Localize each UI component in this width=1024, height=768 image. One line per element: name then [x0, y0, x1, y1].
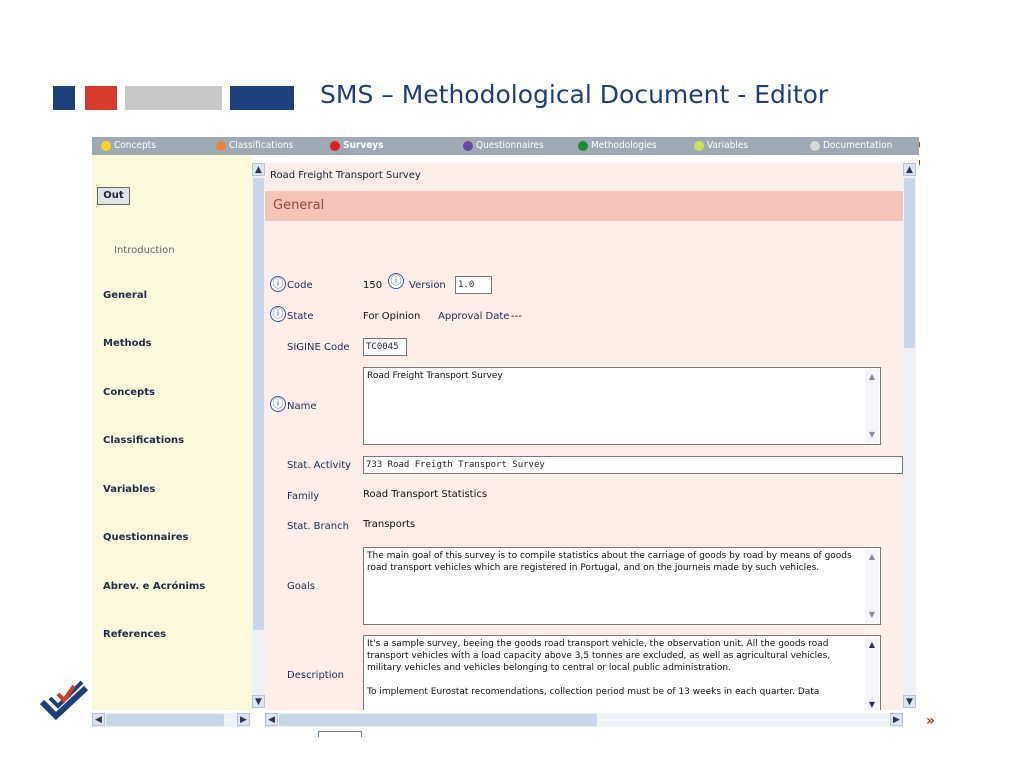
concepts-dot-icon	[101, 141, 111, 151]
info-icon[interactable]: ⓘ	[270, 396, 286, 412]
nav-label: Documentation	[823, 140, 893, 151]
info-icon[interactable]: ⓘ	[270, 276, 286, 292]
goals-textarea[interactable]: The main goal of this survey is to compi…	[363, 547, 881, 625]
main-scrollbar[interactable]: ▲ ▼	[903, 163, 916, 708]
family-value: Road Transport Statistics	[363, 489, 488, 500]
version-label: Version	[409, 280, 446, 291]
scrollbar-thumb[interactable]	[904, 178, 915, 348]
main-panel: Road Freight Transport Survey General ⓘ …	[265, 163, 903, 710]
slide-title: SMS – Methodological Document - Editor	[320, 80, 829, 109]
scrollbar-thumb[interactable]	[279, 714, 597, 726]
sidebar-item-variables[interactable]: Variables	[103, 484, 155, 495]
scroll-up-icon[interactable]: ▲	[866, 371, 878, 383]
sidebar-item-abbreviations[interactable]: Abrev. e Acrónims	[103, 581, 205, 592]
header-block-navy	[53, 86, 75, 110]
company-logo-icon	[40, 680, 89, 721]
code-value: 150	[363, 280, 383, 291]
header-block-grey	[125, 86, 222, 110]
family-label: Family	[287, 491, 320, 502]
sidebar-scrollbar[interactable]: ▲ ▼	[252, 163, 265, 708]
nav-variables[interactable]: Variables	[694, 137, 748, 155]
nav-documentation[interactable]: Documentation	[810, 137, 892, 155]
scroll-down-icon[interactable]: ▼	[252, 695, 265, 708]
version-field[interactable]: 1.0	[455, 276, 492, 294]
scroll-right-icon[interactable]: ▶	[237, 713, 250, 726]
goals-label: Goals	[287, 581, 315, 592]
sidebar-item-methods[interactable]: Methods	[103, 338, 152, 349]
nav-classifications[interactable]: Classifications	[216, 137, 293, 155]
nav-label: Concepts	[114, 140, 156, 151]
description-paragraph: To implement Eurostat recomendations, co…	[367, 687, 820, 697]
scroll-down-icon[interactable]: ▼	[866, 429, 878, 441]
category-nav: Concepts Classifications Surveys Questio…	[92, 137, 919, 155]
approval-date-label: Approval Date	[438, 311, 510, 322]
state-label: State	[287, 311, 314, 322]
nav-methodologies[interactable]: Methodologies	[578, 137, 657, 155]
description-label: Description	[287, 670, 344, 681]
scroll-down-icon[interactable]: ▼	[866, 699, 878, 710]
goals-text: The main goal of this survey is to compi…	[367, 551, 852, 573]
info-icon[interactable]: ⓘ	[270, 306, 286, 322]
sidebar-item-general[interactable]: General	[103, 290, 147, 301]
scroll-up-icon[interactable]: ▲	[866, 639, 878, 651]
browser-frame: Concepts Classifications Surveys Questio…	[92, 117, 919, 735]
documentation-dot-icon	[810, 141, 820, 151]
next-slide-button[interactable]: »	[926, 713, 935, 729]
sidebar-horizontal-scrollbar[interactable]: ◀ ▶	[92, 713, 250, 727]
name-textarea[interactable]: Road Freight Transport Survey ▲ ▼	[363, 367, 881, 445]
sidebar-item-references[interactable]: References	[103, 629, 166, 640]
nav-label: Variables	[707, 140, 749, 151]
scrollbar-thumb[interactable]	[106, 714, 224, 726]
scroll-down-icon[interactable]: ▼	[903, 695, 916, 708]
sigine-code-label: SIGINE Code	[287, 342, 350, 353]
sidebar: Out Introduction General Methods Concept…	[92, 155, 252, 710]
description-paragraph: It's a sample survey, beeing the goods r…	[367, 639, 831, 673]
nav-label: Methodologies	[591, 140, 657, 151]
scroll-down-icon[interactable]: ▼	[866, 609, 878, 621]
out-button[interactable]: Out	[97, 187, 130, 205]
approval-date-value: ---	[511, 311, 522, 322]
document-title: Road Freight Transport Survey	[265, 163, 903, 189]
nav-surveys[interactable]: Surveys	[330, 137, 384, 155]
info-icon[interactable]: ⓘ	[388, 273, 404, 289]
small-tab	[318, 731, 362, 737]
nav-label: Classifications	[229, 140, 294, 151]
stat-activity-label: Stat. Activity	[287, 460, 352, 471]
name-text: Road Freight Transport Survey	[367, 371, 503, 381]
scroll-up-icon[interactable]: ▲	[866, 551, 878, 563]
nav-label: Questionnaires	[476, 140, 544, 151]
header-block-navy-2	[230, 86, 294, 110]
textarea-scrollbar[interactable]: ▲ ▼	[865, 369, 879, 443]
surveys-dot-icon	[330, 141, 340, 151]
sidebar-item-concepts[interactable]: Concepts	[103, 387, 155, 398]
sidebar-item-introduction[interactable]: Introduction	[114, 245, 175, 256]
stat-activity-field[interactable]: 733 Road Freigth Transport Survey	[363, 456, 903, 474]
code-label: Code	[287, 280, 313, 291]
state-value: For Opinion	[363, 311, 421, 322]
section-header: General	[265, 191, 903, 221]
textarea-scrollbar[interactable]: ▲ ▼	[865, 637, 879, 710]
textarea-scrollbar[interactable]: ▲ ▼	[865, 549, 879, 623]
nav-label: Surveys	[343, 140, 384, 151]
methodologies-dot-icon	[578, 141, 588, 151]
main-horizontal-scrollbar[interactable]: ◀ ▶	[265, 713, 903, 727]
name-label: Name	[287, 401, 317, 412]
sidebar-item-questionnaires[interactable]: Questionnaires	[103, 532, 189, 543]
sigine-code-field[interactable]: TC0045	[363, 338, 407, 356]
nav-concepts[interactable]: Concepts	[101, 137, 156, 155]
scroll-left-icon[interactable]: ◀	[265, 713, 278, 726]
variables-dot-icon	[694, 141, 704, 151]
nav-questionnaires[interactable]: Questionnaires	[463, 137, 544, 155]
classifications-dot-icon	[216, 141, 226, 151]
description-textarea[interactable]: It's a sample survey, beeing the goods r…	[363, 635, 881, 710]
stat-branch-label: Stat. Branch	[287, 521, 349, 532]
questionnaires-dot-icon	[463, 141, 473, 151]
scroll-right-icon[interactable]: ▶	[890, 713, 903, 726]
scroll-up-icon[interactable]: ▲	[252, 163, 265, 176]
scrollbar-thumb[interactable]	[253, 178, 264, 630]
stat-branch-value: Transports	[363, 519, 416, 530]
header-block-red	[85, 86, 117, 110]
sidebar-item-classifications[interactable]: Classifications	[103, 435, 184, 446]
scroll-up-icon[interactable]: ▲	[903, 163, 916, 176]
